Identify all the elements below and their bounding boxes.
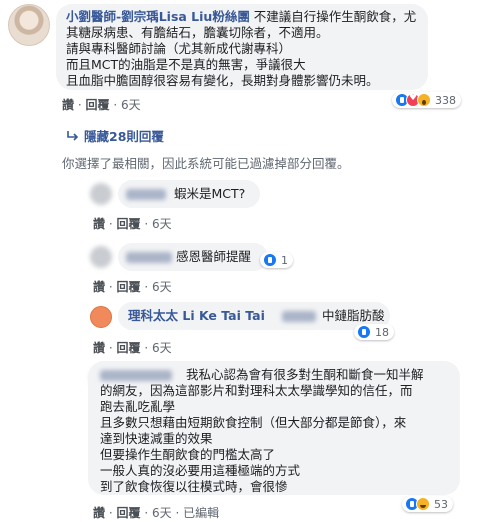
- timestamp[interactable]: 6天: [121, 98, 141, 112]
- like-link[interactable]: 讚: [93, 217, 105, 231]
- reply-link[interactable]: 回覆: [86, 98, 110, 112]
- reply-bubble: 我私心認為會有很多對生酮和斷食一知半解 的網友，因為這部影片和對理科太太學識學知…: [88, 361, 460, 495]
- reply-line: 跑去亂吃亂學: [100, 399, 176, 414]
- reply-bubble: 感恩醫師提醒: [118, 243, 268, 271]
- reaction-summary[interactable]: 53: [402, 496, 453, 512]
- reply-text: 蝦米是MCT?: [174, 186, 246, 201]
- reaction-count: 1: [281, 253, 288, 267]
- reply-line: 的網友，因為這部影片和對理科太太學識學知的信任，而: [100, 383, 413, 398]
- comment-line: 而且MCT的油脂是不是真的無害，爭議很大: [66, 57, 306, 72]
- separator: ·: [175, 506, 180, 520]
- reply-author-name[interactable]: [126, 189, 166, 200]
- edited-label[interactable]: 已編輯: [183, 506, 219, 520]
- reaction-summary-main[interactable]: 338: [392, 92, 461, 108]
- separator: ·: [108, 280, 113, 294]
- comment-line: 請與專科醫師討論（尤其新成代謝專科）: [66, 41, 292, 56]
- separator: ·: [113, 98, 118, 112]
- comment-line: 且血脂中膽固醇很容易有變化，長期對身體影響仍未明。: [66, 73, 379, 88]
- reply-actions: 讚 · 回覆 · 6天: [93, 278, 172, 295]
- reply-line: 但要操作生酮飲食的門檻太高了: [100, 447, 276, 462]
- reply-author-name[interactable]: [126, 252, 172, 263]
- like-link[interactable]: 讚: [62, 98, 74, 112]
- reply-text: 我私心認為會有很多對生酮和斷食一知半解: [186, 367, 424, 382]
- reaction-summary[interactable]: 18: [354, 324, 394, 340]
- reply-line: 到了飲食恢復以往模式時，會很慘: [100, 479, 288, 494]
- like-link[interactable]: 讚: [93, 506, 105, 520]
- reaction-count: 18: [375, 325, 389, 339]
- timestamp[interactable]: 6天: [152, 217, 172, 231]
- hidden-replies-label: 隱藏28則回覆: [84, 129, 164, 144]
- haha-icon: [416, 497, 430, 511]
- commenter-name[interactable]: 小劉醫師-劉宗瑀Lisa Liu粉絲團: [66, 9, 250, 24]
- reply-text: 感恩醫師提醒: [176, 249, 252, 264]
- comment-first-line: 小劉醫師-劉宗瑀Lisa Liu粉絲團 不建議自行操作生酮飲食，尤: [66, 9, 418, 25]
- commenter-avatar[interactable]: [8, 4, 50, 46]
- separator: ·: [144, 506, 149, 520]
- reply-link[interactable]: 回覆: [117, 280, 141, 294]
- reply-author-name[interactable]: 理科太太 Li Ke Tai Tai: [128, 308, 265, 323]
- reply-link[interactable]: 回覆: [117, 217, 141, 231]
- reply-link[interactable]: 回覆: [117, 341, 141, 355]
- comment-line: 其糖尿病患、有膽結石，膽囊切除者，不適用。: [66, 25, 329, 40]
- wow-icon: [417, 93, 431, 107]
- reply-actions: 讚 · 回覆 · 6天: [93, 215, 172, 232]
- reply-author-name[interactable]: [100, 370, 172, 381]
- separator: ·: [108, 506, 113, 520]
- reaction-count: 338: [435, 93, 456, 107]
- timestamp[interactable]: 6天: [152, 280, 172, 294]
- separator: ·: [144, 217, 149, 231]
- separator: ·: [144, 280, 149, 294]
- reply-bubble: 蝦米是MCT?: [118, 180, 260, 208]
- reaction-count: 53: [434, 497, 448, 511]
- comment-bubble-main: 小劉醫師-劉宗瑀Lisa Liu粉絲團 不建議自行操作生酮飲食，尤 其糖尿病患、…: [56, 4, 428, 90]
- reply-avatar[interactable]: [90, 183, 112, 205]
- comment-text: 不建議自行操作生酮飲食，尤: [249, 9, 417, 24]
- mentioned-name[interactable]: [282, 311, 316, 322]
- reply-avatar[interactable]: [90, 306, 112, 328]
- comment-actions-main: 讚 · 回覆 · 6天: [62, 96, 141, 113]
- timestamp[interactable]: 6天: [152, 506, 172, 520]
- timestamp[interactable]: 6天: [152, 341, 172, 355]
- separator: ·: [144, 341, 149, 355]
- reply-link[interactable]: 回覆: [117, 506, 141, 520]
- reply-avatar[interactable]: [90, 246, 112, 268]
- separator: ·: [77, 98, 82, 112]
- like-icon: [357, 325, 371, 339]
- reply-line: 理科太太 Li Ke Tai Tai: [128, 308, 265, 324]
- like-link[interactable]: 讚: [93, 280, 105, 294]
- hidden-replies-link[interactable]: 隱藏28則回覆: [66, 126, 164, 145]
- separator: ·: [108, 341, 113, 355]
- reply-first-line: 我私心認為會有很多對生酮和斷食一知半解: [100, 367, 450, 383]
- reply-bubble: 理科太太 Li Ke Tai Tai 中鏈脂肪酸: [118, 302, 390, 330]
- reply-arrow-icon: [66, 130, 80, 142]
- like-link[interactable]: 讚: [93, 341, 105, 355]
- reply-line: 且多數只想藉由短期飲食控制（但大部分都是節食），來: [100, 415, 407, 430]
- reply-line: 一般人真的沒必要用這種極端的方式: [100, 463, 301, 478]
- reply-text: 中鏈脂肪酸: [322, 308, 385, 323]
- separator: ·: [108, 217, 113, 231]
- reply-actions: 讚 · 回覆 · 6天 · 已編輯: [93, 504, 219, 521]
- reply-line: 達到快速減重的效果: [100, 431, 213, 446]
- filter-notice: 你選擇了最相關，因此系統可能已過濾掉部分回覆。: [62, 156, 350, 171]
- reaction-summary[interactable]: 1: [260, 252, 293, 268]
- like-icon: [263, 253, 277, 267]
- reply-actions: 讚 · 回覆 · 6天: [93, 339, 172, 356]
